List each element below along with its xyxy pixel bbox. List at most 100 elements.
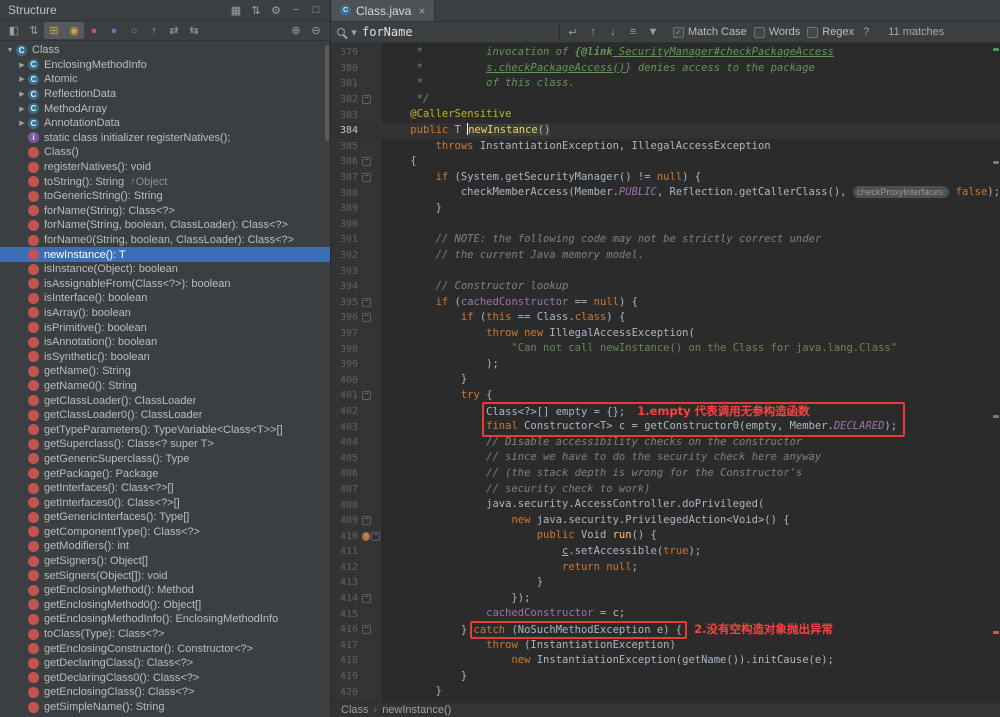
group-by-kind-icon[interactable]: ⊞ — [44, 22, 64, 39]
line-number[interactable]: 400 — [331, 375, 362, 386]
tree-item[interactable]: isSynthetic(): boolean — [0, 349, 330, 364]
code-line[interactable]: public T newInstance() — [381, 123, 1000, 139]
code-line[interactable]: * invocation of {@link SecurityManager#c… — [385, 45, 1000, 61]
code-line[interactable]: checkMemberAccess(Member.PUBLIC, Reflect… — [385, 185, 1000, 201]
tree-item[interactable]: isArray(): boolean — [0, 306, 330, 321]
prev-match-icon[interactable]: ↑ — [583, 24, 603, 41]
collapse-arrow-icon[interactable]: ▼ — [4, 47, 16, 54]
code-line[interactable]: // since we have to do the security chec… — [385, 450, 1000, 466]
line-number[interactable]: 386 — [331, 156, 362, 167]
select-all-matches-icon[interactable]: ≡ — [623, 24, 643, 41]
code-line[interactable]: // the current Java memory model. — [385, 248, 1000, 264]
line-number[interactable]: 395 — [331, 297, 362, 308]
code-line[interactable]: */ — [385, 92, 1000, 108]
line-number[interactable]: 384 — [331, 125, 362, 136]
tree-item[interactable]: getSuperclass(): Class<? super T> — [0, 437, 330, 452]
tree-item[interactable]: toGenericString(): String — [0, 189, 330, 204]
tree-item[interactable]: Class() — [0, 145, 330, 160]
line-number[interactable]: 409 — [331, 515, 362, 526]
code-line[interactable]: } catch (NoSuchMethodException e) { 2.没有… — [385, 622, 1000, 638]
settings-icon[interactable]: ⚙ — [266, 2, 286, 19]
tree-item[interactable]: getClassLoader(): ClassLoader — [0, 393, 330, 408]
tree-item[interactable]: isInterface(): boolean — [0, 291, 330, 306]
expand-arrow-icon[interactable]: ▶ — [16, 105, 28, 113]
match-case-checkbox[interactable]: ✓ — [673, 27, 684, 38]
code-line[interactable]: }); — [385, 591, 1000, 607]
tree-item[interactable]: isInstance(Object): boolean — [0, 262, 330, 277]
code-line[interactable] — [385, 217, 1000, 233]
show-methods-icon[interactable]: ● — [104, 22, 124, 39]
line-number[interactable]: 414 — [331, 593, 362, 604]
code-line[interactable]: throws InstantiationException, IllegalAc… — [385, 139, 1000, 155]
code-line[interactable]: try { — [385, 388, 1000, 404]
line-number[interactable]: 420 — [331, 687, 362, 698]
code-line[interactable]: * of this class. — [385, 76, 1000, 92]
line-number[interactable]: 417 — [331, 640, 362, 651]
code-line[interactable]: "Can not call newInstance() on the Class… — [385, 341, 1000, 357]
filter-results-icon[interactable]: ▼ — [643, 24, 663, 41]
fold-marker-icon[interactable]: − — [362, 95, 371, 104]
next-match-icon[interactable]: ↓ — [603, 24, 623, 41]
tree-item[interactable]: getGenericInterfaces(): Type[] — [0, 510, 330, 525]
stripe-tick[interactable] — [993, 631, 999, 634]
code-line[interactable]: } — [385, 575, 1000, 591]
code-line[interactable]: final Constructor<T> c = getConstructor0… — [385, 419, 1000, 435]
line-number[interactable]: 385 — [331, 141, 362, 152]
words-checkbox[interactable] — [754, 27, 765, 38]
line-number[interactable]: 380 — [331, 63, 362, 74]
tree-item[interactable]: ▶CReflectionData — [0, 87, 330, 102]
line-number[interactable]: 405 — [331, 453, 362, 464]
line-number[interactable]: 389 — [331, 203, 362, 214]
breadcrumb-item-class[interactable]: Class — [341, 704, 369, 716]
expand-arrow-icon[interactable]: ▶ — [16, 119, 28, 127]
stripe-tick[interactable] — [993, 415, 999, 418]
show-fields-icon[interactable]: ● — [84, 22, 104, 39]
tree-item[interactable]: getName(): String — [0, 364, 330, 379]
code-line[interactable]: throw new IllegalAccessException( — [385, 326, 1000, 342]
tree-item[interactable]: getSimpleName(): String — [0, 700, 330, 715]
close-tab-icon[interactable]: × — [418, 4, 425, 18]
fold-marker-icon[interactable]: − — [362, 157, 371, 166]
expand-arrow-icon[interactable]: ▶ — [16, 75, 28, 83]
collapse-all-icon[interactable]: ⊖ — [306, 22, 326, 39]
line-number[interactable]: 394 — [331, 281, 362, 292]
tree-item[interactable]: getComponentType(): Class<?> — [0, 525, 330, 540]
fold-marker-icon[interactable]: − — [371, 532, 380, 541]
line-number[interactable]: 416 — [331, 624, 362, 635]
tree-item[interactable]: forName(String): Class<?> — [0, 204, 330, 219]
code-line[interactable]: } — [385, 372, 1000, 388]
structure-scrollbar-thumb[interactable] — [325, 45, 329, 141]
tree-item[interactable]: getEnclosingMethodInfo(): EnclosingMetho… — [0, 612, 330, 627]
line-number[interactable]: 413 — [331, 577, 362, 588]
tree-item[interactable]: getInterfaces(): Class<?>[] — [0, 481, 330, 496]
tree-item[interactable]: toString(): String↑Object — [0, 174, 330, 189]
fold-marker-icon[interactable]: − — [362, 391, 371, 400]
code-line[interactable]: cachedConstructor = c; — [385, 606, 1000, 622]
line-number[interactable]: 399 — [331, 359, 362, 370]
code-line[interactable]: @CallerSensitive — [385, 107, 1000, 123]
tree-item[interactable]: getName0(): String — [0, 379, 330, 394]
code-line[interactable]: public Void run() { — [385, 528, 1000, 544]
line-number[interactable]: 406 — [331, 468, 362, 479]
show-anonymous-classes-icon[interactable]: ○ — [124, 22, 144, 39]
line-number[interactable]: 379 — [331, 47, 362, 58]
code-line[interactable]: if (cachedConstructor == null) { — [385, 295, 1000, 311]
regex-checkbox[interactable] — [807, 27, 818, 38]
tree-item[interactable]: getSigners(): Object[] — [0, 554, 330, 569]
expand-all-icon[interactable]: ⊕ — [286, 22, 306, 39]
line-number[interactable]: 398 — [331, 344, 362, 355]
float-icon[interactable]: □ — [306, 2, 326, 19]
sort-by-visibility-icon[interactable]: ◧ — [4, 22, 24, 39]
line-number[interactable]: 388 — [331, 188, 362, 199]
line-number[interactable]: 392 — [331, 250, 362, 261]
code-line[interactable]: if (System.getSecurityManager() != null)… — [385, 170, 1000, 186]
tab-class-java[interactable]: C Class.java × — [331, 0, 435, 21]
enter-newline-icon[interactable]: ↵ — [563, 24, 583, 41]
line-number[interactable]: 419 — [331, 671, 362, 682]
code-line[interactable]: * s.checkPackageAccess()} denies access … — [385, 61, 1000, 77]
tree-item[interactable]: ▶CAnnotationData — [0, 116, 330, 131]
code-line[interactable]: // NOTE: the following code may not be s… — [385, 232, 1000, 248]
line-number[interactable]: 412 — [331, 562, 362, 573]
code-line[interactable]: // (the stack depth is wrong for the Con… — [385, 466, 1000, 482]
tree-item[interactable]: getEnclosingMethod(): Method — [0, 583, 330, 598]
